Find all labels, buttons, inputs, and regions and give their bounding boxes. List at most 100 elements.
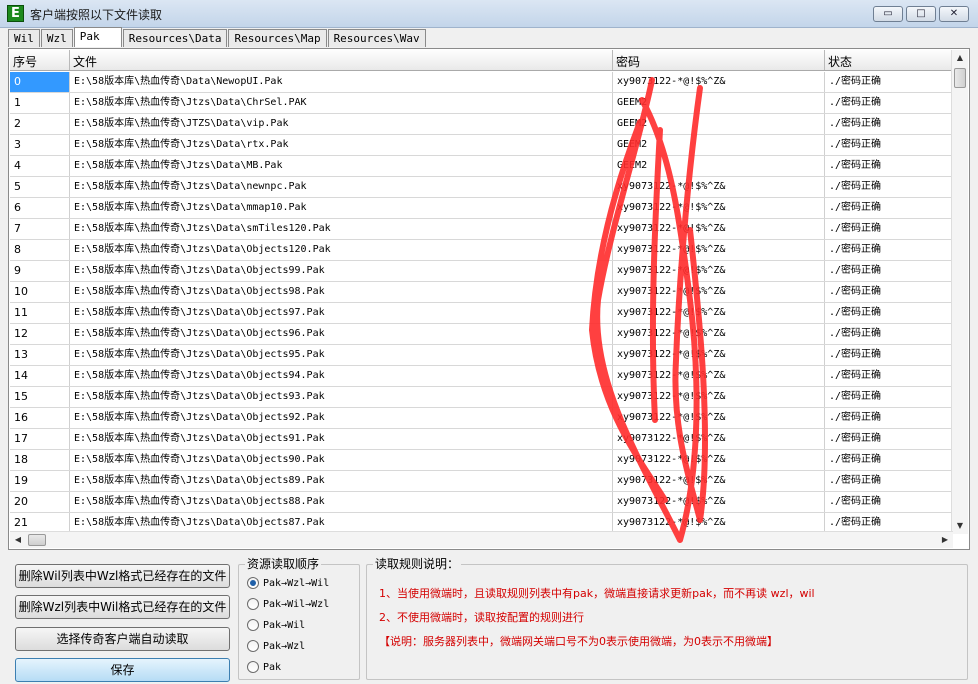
cell-file[interactable]: E:\58版本库\热血传奇\Jtzs\Data\Objects99.Pak [70, 261, 613, 281]
close-button[interactable]: ✕ [939, 6, 969, 22]
cell-password[interactable]: xy9073122-*@!$%^Z& [613, 303, 825, 323]
cell-index[interactable]: 1 [10, 93, 70, 113]
radio-option-1[interactable]: Pak→Wil→Wzl [247, 596, 329, 612]
cell-file[interactable]: E:\58版本库\热血传奇\Jtzs\Data\Objects87.Pak [70, 513, 613, 533]
table-row[interactable]: 14 E:\58版本库\热血传奇\Jtzs\Data\Objects94.Pak x… [10, 366, 953, 387]
cell-status[interactable]: ./密码正确 [825, 219, 953, 239]
cell-password[interactable]: xy9073122-*@!$%^Z& [613, 261, 825, 281]
cell-file[interactable]: E:\58版本库\热血传奇\Data\NewopUI.Pak [70, 72, 613, 92]
cell-status[interactable]: ./密码正确 [825, 324, 953, 344]
cell-index[interactable]: 5 [10, 177, 70, 197]
cell-status[interactable]: ./密码正确 [825, 513, 953, 533]
cell-status[interactable]: ./密码正确 [825, 156, 953, 176]
header-password[interactable]: 密码 [613, 50, 825, 70]
cell-file[interactable]: E:\58版本库\热血传奇\JTZS\Data\vip.Pak [70, 114, 613, 134]
cell-status[interactable]: ./密码正确 [825, 492, 953, 512]
table-row[interactable]: 18 E:\58版本库\热血传奇\Jtzs\Data\Objects90.Pak x… [10, 450, 953, 471]
radio-option-3[interactable]: Pak→Wzl [247, 638, 305, 654]
vertical-scrollbar[interactable]: ▲ ▼ [951, 50, 968, 534]
cell-file[interactable]: E:\58版本库\热血传奇\Jtzs\Data\mmap10.Pak [70, 198, 613, 218]
table-row[interactable]: 9 E:\58版本库\热血传奇\Jtzs\Data\Objects99.Pak xy… [10, 261, 953, 282]
table-row[interactable]: 19 E:\58版本库\热血传奇\Jtzs\Data\Objects89.Pak x… [10, 471, 953, 492]
cell-file[interactable]: E:\58版本库\热血传奇\Jtzs\Data\Objects91.Pak [70, 429, 613, 449]
table-row[interactable]: 2 E:\58版本库\热血传奇\JTZS\Data\vip.Pak GEEM2 ./密… [10, 114, 953, 135]
cell-status[interactable]: ./密码正确 [825, 303, 953, 323]
cell-password[interactable]: xy9073122-*@!$%^Z& [613, 345, 825, 365]
header-index[interactable]: 序号 [10, 50, 70, 70]
cell-password[interactable]: xy9073122-*@!$%^Z& [613, 324, 825, 344]
cell-index[interactable]: 6 [10, 198, 70, 218]
cell-status[interactable]: ./密码正确 [825, 198, 953, 218]
cell-index[interactable]: 19 [10, 471, 70, 491]
cell-file[interactable]: E:\58版本库\热血传奇\Jtzs\Data\Objects92.Pak [70, 408, 613, 428]
tab-resources-map[interactable]: Resources\Map [228, 29, 327, 47]
cell-file[interactable]: E:\58版本库\热血传奇\Jtzs\Data\newnpc.Pak [70, 177, 613, 197]
cell-file[interactable]: E:\58版本库\热血传奇\Jtzs\Data\Objects89.Pak [70, 471, 613, 491]
tab-resources-data[interactable]: Resources\Data [122, 29, 228, 47]
scroll-right-icon[interactable]: ▶ [937, 532, 953, 548]
cell-password[interactable]: xy9073122-*@!$%^Z& [613, 387, 825, 407]
select-client-button[interactable]: 选择传奇客户端自动读取 [15, 627, 230, 651]
table-row[interactable]: 3 E:\58版本库\热血传奇\Jtzs\Data\rtx.Pak GEEM2 ./密… [10, 135, 953, 156]
tab-wzl[interactable]: Wzl [40, 29, 73, 47]
table-row[interactable]: 16 E:\58版本库\热血传奇\Jtzs\Data\Objects92.Pak x… [10, 408, 953, 429]
cell-file[interactable]: E:\58版本库\热血传奇\Jtzs\Data\Objects90.Pak [70, 450, 613, 470]
cell-password[interactable]: xy9073122-*@!$%^Z& [613, 198, 825, 218]
table-row[interactable]: 13 E:\58版本库\热血传奇\Jtzs\Data\Objects95.Pak x… [10, 345, 953, 366]
delete-wzl-duplicates-button[interactable]: 删除Wzl列表中Wil格式已经存在的文件 [15, 595, 230, 619]
cell-status[interactable]: ./密码正确 [825, 408, 953, 428]
cell-index[interactable]: 13 [10, 345, 70, 365]
cell-status[interactable]: ./密码正确 [825, 135, 953, 155]
radio-option-0[interactable]: Pak→Wzl→Wil [247, 575, 329, 591]
table-row[interactable]: 4 E:\58版本库\热血传奇\Jtzs\Data\MB.Pak GEEM2 ./密码… [10, 156, 953, 177]
cell-index[interactable]: 7 [10, 219, 70, 239]
cell-password[interactable]: xy9073122-*@!$%^Z& [613, 471, 825, 491]
table-row[interactable]: 20 E:\58版本库\热血传奇\Jtzs\Data\Objects88.Pak x… [10, 492, 953, 513]
save-button[interactable]: 保存 [15, 658, 230, 682]
cell-status[interactable]: ./密码正确 [825, 72, 953, 92]
scroll-up-icon[interactable]: ▲ [952, 50, 968, 66]
cell-password[interactable]: xy9073122-*@!$%^Z& [613, 366, 825, 386]
cell-file[interactable]: E:\58版本库\热血传奇\Jtzs\Data\Objects97.Pak [70, 303, 613, 323]
delete-wil-duplicates-button[interactable]: 删除Wil列表中Wzl格式已经存在的文件 [15, 564, 230, 588]
cell-password[interactable]: xy9073122-*@!$%^Z& [613, 219, 825, 239]
cell-password[interactable]: xy9073122-*@!$%^Z& [613, 492, 825, 512]
cell-file[interactable]: E:\58版本库\热血传奇\Jtzs\Data\Objects88.Pak [70, 492, 613, 512]
table-row[interactable]: 15 E:\58版本库\热血传奇\Jtzs\Data\Objects93.Pak x… [10, 387, 953, 408]
scroll-left-icon[interactable]: ◀ [10, 532, 26, 548]
header-file[interactable]: 文件 [70, 50, 613, 70]
cell-status[interactable]: ./密码正确 [825, 114, 953, 134]
cell-file[interactable]: E:\58版本库\热血传奇\Jtzs\Data\Objects94.Pak [70, 366, 613, 386]
cell-index[interactable]: 3 [10, 135, 70, 155]
cell-password[interactable]: GEEM2 [613, 135, 825, 155]
cell-index[interactable]: 16 [10, 408, 70, 428]
radio-icon[interactable] [247, 598, 259, 610]
vertical-scroll-thumb[interactable] [954, 68, 966, 88]
cell-password[interactable]: xy9073122-*@!$%^Z& [613, 513, 825, 533]
cell-index[interactable]: 9 [10, 261, 70, 281]
cell-status[interactable]: ./密码正确 [825, 366, 953, 386]
cell-status[interactable]: ./密码正确 [825, 177, 953, 197]
header-status[interactable]: 状态 [825, 50, 953, 70]
horizontal-scroll-thumb[interactable] [28, 534, 46, 546]
cell-password[interactable]: GEEM2 [613, 156, 825, 176]
table-row[interactable]: 0 E:\58版本库\热血传奇\Data\NewopUI.Pak xy9073122… [10, 72, 953, 93]
cell-index[interactable]: 17 [10, 429, 70, 449]
cell-status[interactable]: ./密码正确 [825, 471, 953, 491]
cell-file[interactable]: E:\58版本库\热血传奇\Jtzs\Data\Objects98.Pak [70, 282, 613, 302]
table-row[interactable]: 5 E:\58版本库\热血传奇\Jtzs\Data\newnpc.Pak xy907… [10, 177, 953, 198]
cell-password[interactable]: xy9073122-*@!$%^Z& [613, 408, 825, 428]
cell-file[interactable]: E:\58版本库\热血传奇\Jtzs\Data\Objects120.Pak [70, 240, 613, 260]
cell-index[interactable]: 12 [10, 324, 70, 344]
cell-password[interactable]: GEEM2 [613, 114, 825, 134]
cell-index[interactable]: 15 [10, 387, 70, 407]
cell-status[interactable]: ./密码正确 [825, 387, 953, 407]
radio-option-4[interactable]: Pak [247, 659, 281, 675]
radio-icon[interactable] [247, 640, 259, 652]
table-row[interactable]: 1 E:\58版本库\热血传奇\Jtzs\Data\ChrSel.PAK GEEM2… [10, 93, 953, 114]
tab-pak[interactable]: Pak [73, 27, 122, 47]
cell-status[interactable]: ./密码正确 [825, 261, 953, 281]
cell-status[interactable]: ./密码正确 [825, 282, 953, 302]
scroll-down-icon[interactable]: ▼ [952, 518, 968, 534]
cell-password[interactable]: xy9073122-*@!$%^Z& [613, 450, 825, 470]
